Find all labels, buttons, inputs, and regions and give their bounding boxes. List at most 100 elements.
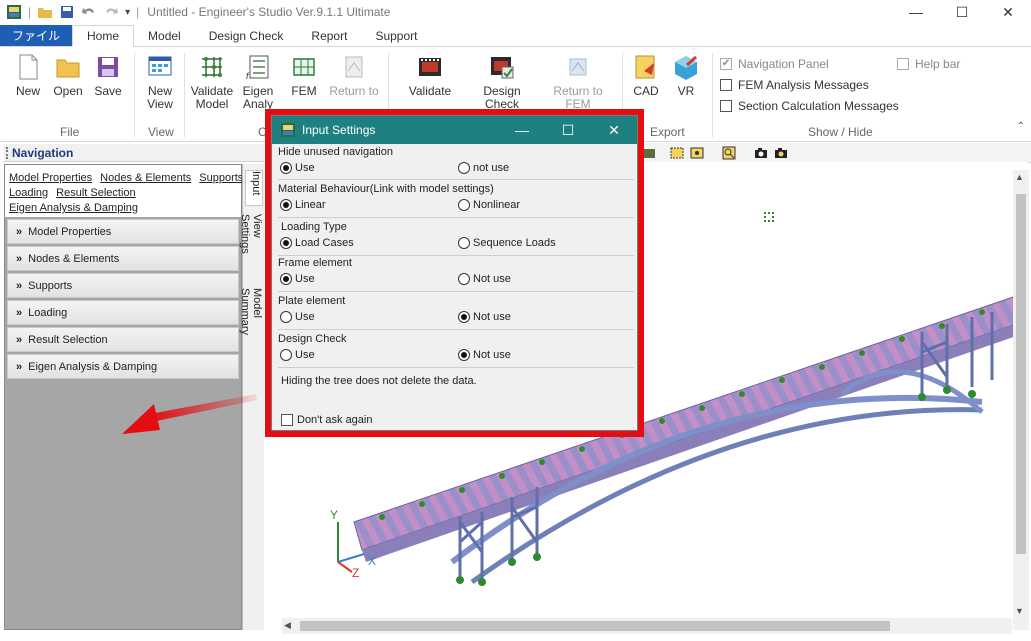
select-box-icon[interactable] — [670, 146, 684, 160]
maximize-icon[interactable]: ☐ — [939, 0, 985, 24]
side-tab-model-summary[interactable]: Model Summary — [239, 288, 263, 368]
select-node-icon[interactable] — [690, 146, 704, 160]
redo-icon[interactable] — [103, 4, 119, 20]
app-icon — [281, 123, 295, 137]
horizontal-scrollbar[interactable]: ◀ — [282, 618, 1012, 634]
return-to-fem-button[interactable]: Return to FEM — [540, 53, 616, 111]
customize-dropdown-icon[interactable]: ▾ — [125, 7, 130, 18]
app-icon — [7, 5, 21, 19]
return-to-button[interactable]: Return to — [328, 53, 380, 98]
maximize-icon[interactable]: ☐ — [545, 116, 591, 144]
tab-design-check[interactable]: Design Check — [195, 25, 298, 46]
double-chevron-icon: » — [16, 306, 23, 319]
navigation-links: Model Properties Nodes & Elements Supports… — [5, 165, 243, 217]
side-tab-input[interactable]: Input — [245, 170, 263, 206]
radio-loading-sequence-loads[interactable]: Sequence Loads — [458, 237, 556, 249]
divider — [278, 291, 634, 292]
radio-design-check-not-use[interactable]: Not use — [458, 349, 511, 361]
group-label-show-hide: Show / Hide — [808, 125, 873, 139]
help-bar-checkbox[interactable]: Help bar — [897, 57, 960, 71]
side-tab-view-settings[interactable]: View Settings — [239, 214, 263, 280]
scroll-down-icon[interactable]: ▼ — [1015, 606, 1024, 616]
link-supports[interactable]: Supports — [199, 172, 243, 184]
nav-section-eigen-analysis[interactable]: » Eigen Analysis & Damping — [7, 354, 239, 379]
divider — [712, 53, 713, 137]
radio-material-nonlinear[interactable]: Nonlinear — [458, 199, 520, 211]
double-chevron-icon: » — [16, 333, 23, 346]
fem-icon — [293, 58, 315, 76]
divider — [278, 179, 634, 180]
tab-model[interactable]: Model — [134, 25, 195, 46]
close-icon[interactable]: ✕ — [985, 0, 1031, 24]
grip-icon — [6, 147, 8, 159]
navigation-panel-checkbox[interactable]: ✔ Navigation Panel — [720, 57, 829, 71]
link-eigen-analysis[interactable]: Eigen Analysis & Damping — [9, 202, 138, 214]
scroll-thumb[interactable] — [1016, 194, 1026, 554]
section-messages-checkbox[interactable]: Section Calculation Messages — [720, 99, 899, 113]
new-view-icon — [148, 56, 172, 76]
open-icon[interactable] — [37, 4, 53, 20]
fem-button[interactable]: FEM — [282, 53, 326, 98]
nav-section-model-properties[interactable]: » Model Properties — [7, 219, 239, 244]
cad-button[interactable]: CAD — [624, 53, 668, 98]
minimize-icon[interactable]: — — [893, 0, 939, 24]
new-view-button[interactable]: New View — [138, 53, 182, 111]
validate-icon — [419, 58, 441, 76]
scroll-left-icon[interactable]: ◀ — [284, 620, 291, 631]
quick-access-toolbar: | ▾ | — [0, 4, 139, 20]
vertical-scrollbar[interactable]: ▲ ▼ — [1013, 170, 1029, 630]
tab-support[interactable]: Support — [361, 25, 431, 46]
link-model-properties[interactable]: Model Properties — [9, 172, 92, 184]
link-nodes-elements[interactable]: Nodes & Elements — [100, 172, 191, 184]
radio-plate-use[interactable]: Use — [280, 311, 315, 323]
camera-settings-icon[interactable] — [774, 146, 788, 160]
save-button[interactable]: Save — [86, 53, 130, 98]
new-button[interactable]: New — [6, 53, 50, 98]
open-button[interactable]: Open — [46, 53, 90, 98]
radio-design-check-use[interactable]: Use — [280, 349, 315, 361]
floppy-icon — [98, 57, 118, 77]
minimize-icon[interactable]: — — [499, 116, 545, 144]
tab-home[interactable]: Home — [72, 25, 135, 47]
link-result-selection[interactable]: Result Selection — [56, 187, 136, 199]
save-icon[interactable] — [59, 4, 75, 20]
scroll-up-icon[interactable]: ▲ — [1015, 172, 1024, 182]
fem-messages-checkbox[interactable]: FEM Analysis Messages — [720, 78, 869, 92]
zoom-fit-icon[interactable] — [722, 146, 736, 160]
dont-ask-again-checkbox[interactable]: Don't ask again — [281, 414, 372, 426]
close-icon[interactable]: ✕ — [591, 116, 637, 144]
input-settings-dialog: Input Settings — ☐ ✕ Hide unused navigat… — [271, 115, 638, 431]
nav-section-nodes-elements[interactable]: » Nodes & Elements — [7, 246, 239, 271]
radio-material-linear[interactable]: Linear — [280, 199, 326, 211]
nav-section-loading[interactable]: » Loading — [7, 300, 239, 325]
divider — [184, 53, 185, 137]
radio-hide-nav-use[interactable]: Use — [280, 162, 315, 174]
radio-hide-nav-not-use[interactable]: not use — [458, 162, 509, 174]
vr-icon — [675, 55, 697, 80]
radio-frame-use[interactable]: Use — [280, 273, 315, 285]
navigation-header: Navigation — [4, 144, 264, 162]
link-loading[interactable]: Loading — [9, 187, 48, 199]
tab-report[interactable]: Report — [297, 25, 361, 46]
validate-button[interactable]: Validate — [406, 53, 454, 98]
radio-frame-not-use[interactable]: Not use — [458, 273, 511, 285]
axis-x-label: X — [368, 554, 377, 568]
eigen-analysis-button[interactable]: f Eigen Analy — [236, 53, 280, 111]
radio-loading-load-cases[interactable]: Load Cases — [280, 237, 354, 249]
svg-text:f: f — [246, 71, 250, 81]
nav-section-supports[interactable]: » Supports — [7, 273, 239, 298]
vr-button[interactable]: VR — [664, 53, 708, 98]
view-tool-icon[interactable] — [642, 146, 656, 160]
validate-model-button[interactable]: Validate Model — [190, 53, 234, 111]
collapse-ribbon-icon[interactable]: ⌃ — [1017, 121, 1025, 132]
dialog-title-bar: Input Settings — ☐ ✕ — [272, 116, 637, 144]
radio-plate-not-use[interactable]: Not use — [458, 311, 511, 323]
scroll-thumb[interactable] — [300, 621, 890, 631]
camera-icon[interactable] — [754, 146, 768, 160]
undo-icon[interactable] — [81, 4, 97, 20]
nav-section-result-selection[interactable]: » Result Selection — [7, 327, 239, 352]
design-check-button[interactable]: Design Check — [466, 53, 538, 111]
new-file-icon — [19, 54, 38, 80]
tab-file[interactable]: ファイル — [0, 25, 73, 46]
annotation-arrow-icon — [122, 394, 257, 434]
